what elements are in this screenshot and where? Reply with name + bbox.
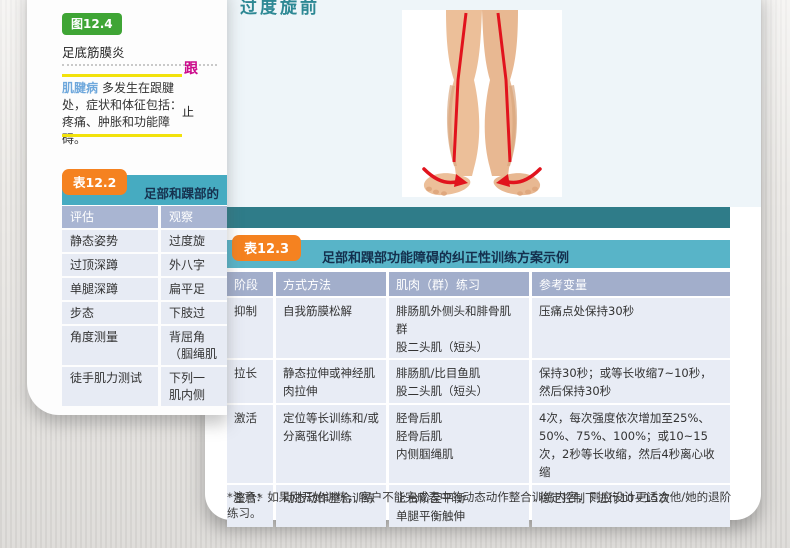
muscles-cell: 胫骨后肌 胫骨后肌 内侧腘绳肌	[389, 405, 529, 483]
section-divider-bar	[227, 207, 730, 228]
table-12-2-title-bar: 表12.2 足部和踝部的	[62, 175, 227, 205]
highlight-rule-bottom	[62, 134, 182, 137]
observation-cell: 背屈角 （腘绳肌	[161, 326, 227, 365]
clipped-text-fragment: 止	[182, 103, 194, 120]
table-row: 过顶深蹲 外八字	[62, 254, 227, 276]
assessment-cell: 徒手肌力测试	[62, 367, 158, 406]
variables-cell: 4次，每次强度依次增加至25%、50%、75%、100%；或10~15次，2秒等…	[532, 405, 730, 483]
phase-cell: 拉长	[227, 360, 273, 403]
table-row: 单腿深蹲 扁平足	[62, 278, 227, 300]
column-header: 评估	[62, 206, 158, 228]
muscles-cell: 腓肠肌外侧头和腓骨肌群 股二头肌（短头）	[389, 298, 529, 358]
table-row: 徒手肌力测试 下列一 肌内侧	[62, 367, 227, 406]
observation-cell: 下列一 肌内侧	[161, 367, 227, 406]
section-title: 过度旋前	[240, 0, 320, 18]
figure-badge: 图12.4	[62, 13, 122, 35]
right-page: 过度旋前	[205, 0, 761, 520]
observation-cell: 下肢过	[161, 302, 227, 324]
assessment-cell: 角度测量	[62, 326, 158, 365]
table-row: 静态姿势 过度旋	[62, 230, 227, 252]
table-12-3-header-row: 阶段 方式方法 肌肉（群）练习 参考变量	[227, 272, 730, 296]
column-header: 肌肉（群）练习	[389, 272, 529, 296]
variables-cell: 压痛点处保持30秒	[532, 298, 730, 358]
observation-cell: 过度旋	[161, 230, 227, 252]
legs-illustration	[402, 10, 562, 197]
muscles-cell: 腓肠肌/比目鱼肌 股二头肌（短头）	[389, 360, 529, 403]
table-12-3-badge: 表12.3	[232, 235, 301, 261]
column-header: 方式方法	[276, 272, 386, 296]
left-page: 图12.4 足底筋膜炎 肌腱病多发生在跟腱处，症状和体征包括：疼痛、肿胀和功能障…	[27, 0, 227, 415]
tendinopathy-term: 肌腱病	[62, 81, 98, 95]
phase-cell: 抑制	[227, 298, 273, 358]
table-12-3-title-bar: 表12.3 足部和踝部功能障碍的纠正性训练方案示例	[227, 240, 730, 268]
observation-cell: 扁平足	[161, 278, 227, 300]
method-cell: 定位等长训练和/或分离强化训练	[276, 405, 386, 483]
column-header: 观察	[161, 206, 227, 228]
table-row-lengthen: 拉长 静态拉伸或神经肌肉拉伸 腓肠肌/比目鱼肌 股二头肌（短头） 保持30秒；或…	[227, 360, 730, 403]
method-cell: 静态拉伸或神经肌肉拉伸	[276, 360, 386, 403]
table-footnote: *注意：如果刚开始训练，客户不能完成表中的动态动作整合训练内容，则应设计更适合他…	[227, 489, 737, 521]
table-12-2-title: 足部和踝部的	[144, 183, 219, 202]
method-cell: 自我筋膜松解	[276, 298, 386, 358]
book-spread: 图12.4 足底筋膜炎 肌腱病多发生在跟腱处，症状和体征包括：疼痛、肿胀和功能障…	[0, 0, 790, 548]
variables-cell: 保持30秒；或等长收缩7~10秒，然后保持30秒	[532, 360, 730, 403]
table-12-2-badge: 表12.2	[62, 169, 127, 195]
assessment-cell: 静态姿势	[62, 230, 158, 252]
table-12-3-title: 足部和踝部功能障碍的纠正性训练方案示例	[322, 247, 569, 266]
column-header: 参考变量	[532, 272, 730, 296]
overpronation-image	[402, 10, 562, 197]
assessment-cell: 步态	[62, 302, 158, 324]
observation-cell: 外八字	[161, 254, 227, 276]
assessment-cell: 单腿深蹲	[62, 278, 158, 300]
table-12-2: 表12.2 足部和踝部的 评估 观察 静态姿势 过度旋 过顶深蹲 外八字 单腿深…	[62, 175, 227, 406]
highlight-rule-top	[62, 74, 182, 77]
table-row: 角度测量 背屈角 （腘绳肌	[62, 326, 227, 365]
table-row-inhibit: 抑制 自我筋膜松解 腓肠肌外侧头和腓骨肌群 股二头肌（短头） 压痛点处保持30秒	[227, 298, 730, 358]
table-row: 步态 下肢过	[62, 302, 227, 324]
tendinopathy-paragraph: 肌腱病多发生在跟腱处，症状和体征包括：疼痛、肿胀和功能障碍。	[62, 80, 189, 148]
table-12-2-header-row: 评估 观察	[62, 206, 227, 228]
phase-cell: 激活	[227, 405, 273, 483]
figure-caption: 足底筋膜炎	[62, 42, 125, 61]
clipped-heading-fragment: 跟	[184, 58, 198, 78]
page-top-band: 过度旋前	[205, 0, 761, 207]
assessment-cell: 过顶深蹲	[62, 254, 158, 276]
table-row-activate: 激活 定位等长训练和/或分离强化训练 胫骨后肌 胫骨后肌 内侧腘绳肌 4次，每次…	[227, 405, 730, 483]
column-header: 阶段	[227, 272, 273, 296]
